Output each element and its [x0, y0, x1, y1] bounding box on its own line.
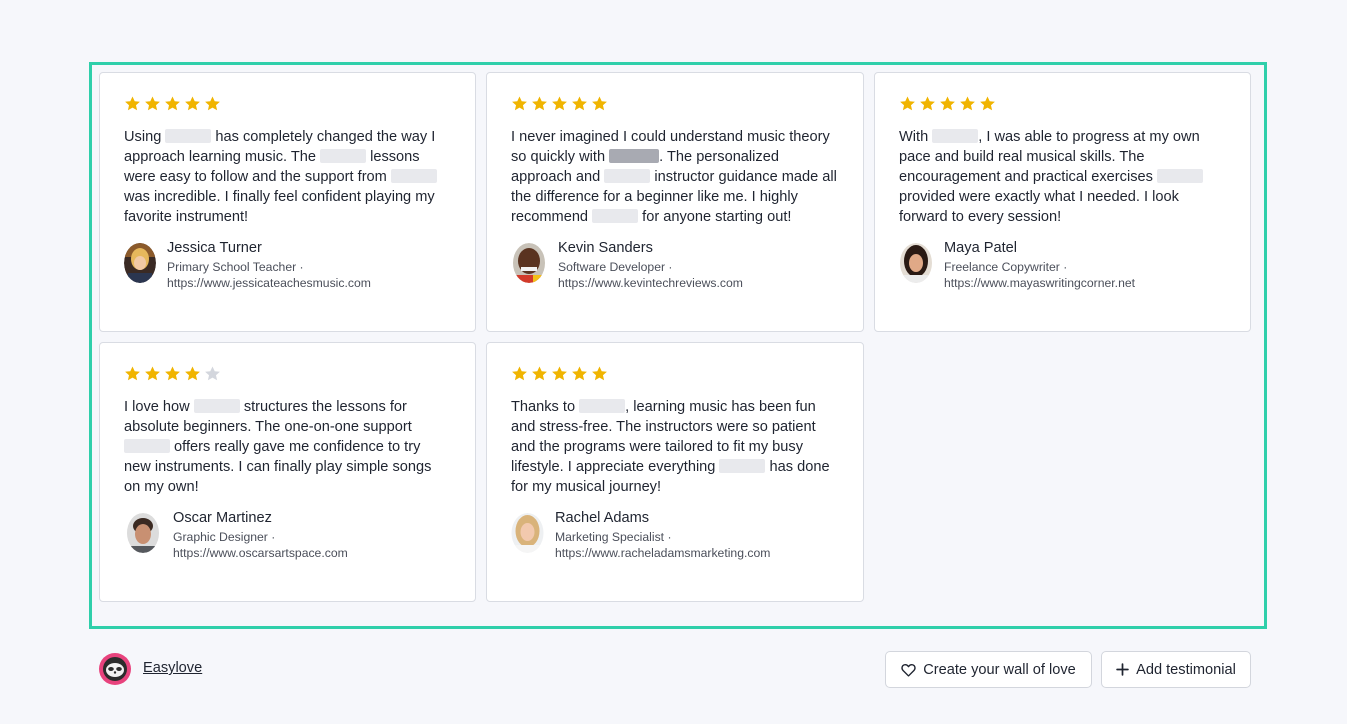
star-rating [124, 365, 451, 383]
redacted-brand [193, 399, 240, 413]
author-role: Graphic Designer · [173, 530, 276, 544]
author-url[interactable]: https://www.jessicateachesmusic.com [167, 275, 371, 291]
redacted-brand [932, 129, 979, 143]
author-name: Maya Patel [944, 240, 1018, 256]
author: Rachel Adams Marketing Specialist · http… [511, 509, 839, 561]
star-rating [899, 95, 1226, 113]
add-testimonial-button[interactable]: Add testimonial [1101, 651, 1251, 688]
redacted-brand [604, 169, 651, 183]
star-empty-icon [205, 366, 220, 381]
redacted-brand [1156, 169, 1203, 183]
star-filled-icon [552, 366, 567, 381]
avatar [900, 243, 932, 283]
author: Oscar Martinez Graphic Designer · https:… [124, 509, 451, 561]
testimonial-quote: Thanks to , learning music has been fun … [511, 399, 830, 495]
author: Kevin Sanders Software Developer · https… [511, 239, 839, 291]
star-filled-icon [940, 96, 955, 111]
testimonials-wall: Using has completely changed the way I a… [89, 62, 1267, 629]
star-filled-icon [980, 96, 995, 111]
author: Maya Patel Freelance Copywriter · https:… [899, 239, 1226, 291]
testimonial-quote: I never imagined I could understand musi… [511, 129, 837, 225]
author-role: Software Developer · [558, 260, 673, 274]
redacted-brand [165, 129, 212, 143]
star-filled-icon [532, 96, 547, 111]
redacted-brand [609, 149, 660, 163]
testimonial-quote: With , I was able to progress at my own … [899, 127, 1226, 227]
testimonial-quote: Using has completely changed the way I a… [124, 129, 437, 225]
star-filled-icon [920, 96, 935, 111]
avatar [124, 243, 156, 283]
testimonial-card: I never imagined I could understand musi… [486, 72, 864, 332]
redacted-brand [719, 459, 766, 473]
redacted-brand [390, 169, 437, 183]
avatar [513, 243, 545, 283]
heart-icon [901, 663, 916, 677]
author-role: Marketing Specialist · [555, 530, 672, 544]
author-role: Primary School Teacher · [167, 260, 304, 274]
author-url[interactable]: https://www.mayaswritingcorner.net [944, 275, 1135, 291]
testimonial-card: Using has completely changed the way I a… [99, 72, 476, 332]
redacted-brand [592, 209, 639, 223]
star-filled-icon [125, 96, 140, 111]
author-name: Rachel Adams [555, 510, 650, 526]
plus-icon [1116, 663, 1129, 676]
star-filled-icon [125, 366, 140, 381]
redacted-brand [320, 149, 367, 163]
author-name: Oscar Martinez [173, 510, 272, 526]
star-filled-icon [532, 366, 547, 381]
author-role: Freelance Copywriter · [944, 260, 1068, 274]
star-filled-icon [205, 96, 220, 111]
star-filled-icon [512, 96, 527, 111]
author: Jessica Turner Primary School Teacher · … [124, 239, 451, 291]
create-wall-button[interactable]: Create your wall of love [885, 651, 1092, 688]
author-url[interactable]: https://www.oscarsartspace.com [173, 545, 348, 561]
testimonial-card: With , I was able to progress at my own … [874, 72, 1251, 332]
redacted-brand [124, 439, 170, 453]
star-filled-icon [145, 96, 160, 111]
star-filled-icon [512, 366, 527, 381]
avatar [511, 513, 544, 553]
star-filled-icon [572, 96, 587, 111]
star-filled-icon [165, 96, 180, 111]
star-filled-icon [145, 366, 160, 381]
brand-link[interactable]: Easylove [143, 660, 202, 676]
testimonial-card: Thanks to , learning music has been fun … [486, 342, 864, 602]
star-rating [511, 365, 839, 383]
author-url[interactable]: https://www.racheladamsmarketing.com [555, 545, 770, 561]
author-url[interactable]: https://www.kevintechreviews.com [558, 275, 743, 291]
star-rating [511, 95, 839, 113]
star-rating [124, 95, 451, 113]
sloth-logo-icon[interactable] [99, 653, 131, 685]
testimonial-quote: I love how structures the lessons for ab… [124, 399, 432, 495]
star-filled-icon [185, 96, 200, 111]
star-filled-icon [592, 96, 607, 111]
add-testimonial-label: Add testimonial [1136, 661, 1236, 678]
star-filled-icon [552, 96, 567, 111]
author-name: Jessica Turner [167, 240, 262, 256]
star-filled-icon [900, 96, 915, 111]
star-filled-icon [572, 366, 587, 381]
create-wall-label: Create your wall of love [923, 661, 1076, 678]
star-filled-icon [185, 366, 200, 381]
avatar [127, 513, 159, 553]
author-name: Kevin Sanders [558, 240, 653, 256]
star-filled-icon [592, 366, 607, 381]
redacted-brand [579, 399, 626, 413]
testimonial-card: I love how structures the lessons for ab… [99, 342, 476, 602]
star-filled-icon [960, 96, 975, 111]
star-filled-icon [165, 366, 180, 381]
